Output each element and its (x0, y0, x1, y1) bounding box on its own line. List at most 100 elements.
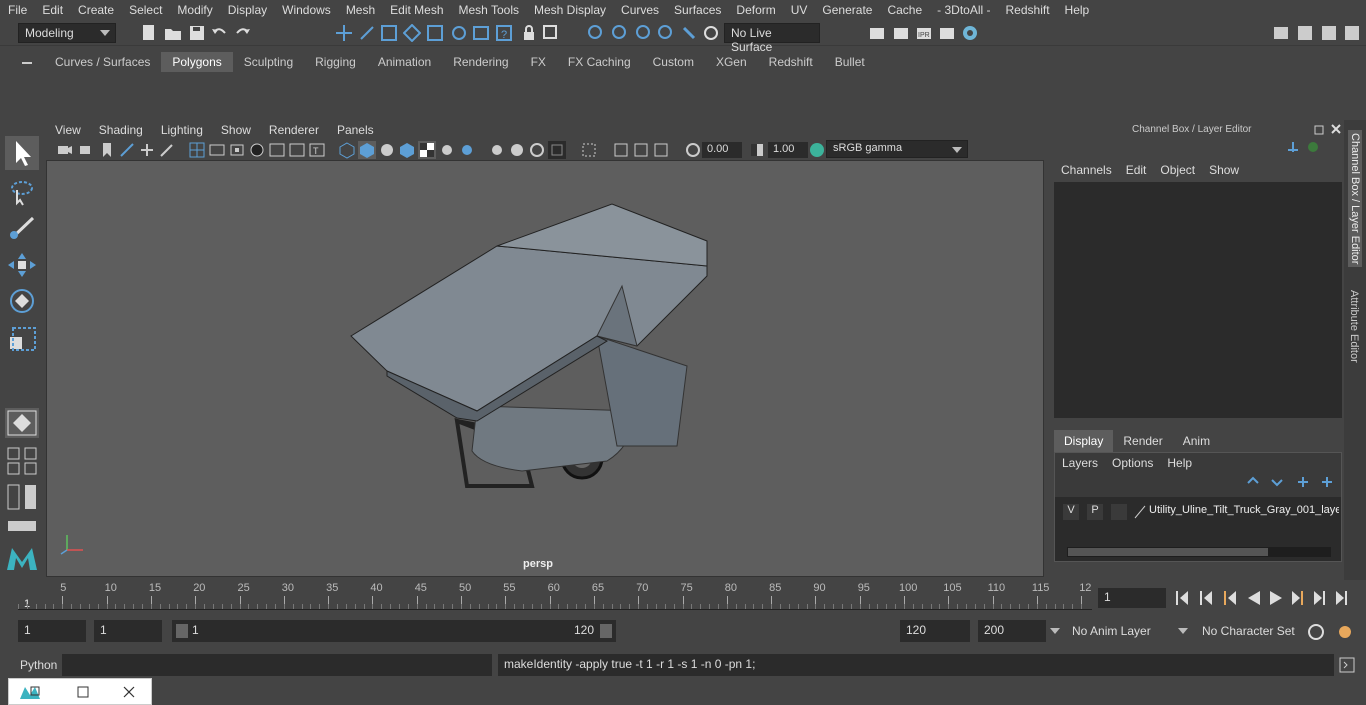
range-handle-left[interactable] (176, 624, 188, 638)
scale-tool-icon[interactable] (5, 324, 39, 354)
command-input[interactable] (62, 654, 492, 676)
shelf-tab-curves-surfaces[interactable]: Curves / Surfaces (44, 52, 161, 72)
menu-display[interactable]: Display (220, 3, 274, 17)
backface-culling-icon[interactable] (652, 141, 670, 159)
bookmark-icon[interactable] (98, 141, 116, 159)
step-forward-key-icon[interactable] (1292, 591, 1303, 605)
lock-icon[interactable] (520, 24, 538, 42)
lasso-tool-icon[interactable] (5, 176, 39, 206)
layer-name[interactable]: Utility_Uline_Tilt_Truck_Gray_001_laye (1149, 504, 1339, 516)
vp-menu-panels[interactable]: Panels (328, 123, 383, 137)
vp-menu-shading[interactable]: Shading (90, 123, 152, 137)
shelf-tab-rendering[interactable]: Rendering (442, 52, 519, 72)
layer-menu-help[interactable]: Help (1160, 453, 1199, 473)
select-by-hierarchy-icon[interactable] (335, 24, 353, 42)
new-scene-icon[interactable] (140, 24, 158, 42)
exposure-field[interactable]: 0.00 (702, 142, 742, 158)
menu-windows[interactable]: Windows (274, 3, 338, 17)
safe-action-icon[interactable] (288, 141, 306, 159)
toggle-panel-1-icon[interactable] (1296, 24, 1314, 42)
hypershade-icon[interactable] (961, 24, 979, 42)
shelf-tab-rigging[interactable]: Rigging (304, 52, 367, 72)
mode-selector[interactable]: Modeling (18, 23, 116, 43)
layer-display-type-toggle[interactable] (1111, 504, 1127, 520)
field-chart-icon[interactable] (268, 141, 286, 159)
paint-select-icon[interactable] (610, 24, 628, 42)
textured-icon[interactable] (398, 141, 416, 159)
layout-outliner-icon[interactable] (5, 518, 39, 534)
channel-box-sphere-icon[interactable] (1306, 140, 1320, 154)
shelf-tab-polygons[interactable]: Polygons (161, 52, 233, 72)
menu-generate[interactable]: Generate (814, 3, 879, 17)
exposure-icon[interactable] (684, 141, 702, 159)
symmetry-icon[interactable] (656, 24, 674, 42)
new-layer-selected-icon[interactable] (1319, 475, 1335, 489)
layout-two-pane-icon[interactable] (5, 482, 39, 512)
playback-end-field[interactable]: 120 (900, 620, 970, 642)
side-tab-attribute-editor[interactable]: Attribute Editor (1348, 290, 1360, 363)
shelf-tab-redshift[interactable]: Redshift (758, 52, 824, 72)
close-icon[interactable] (121, 684, 137, 700)
undo-icon[interactable] (210, 24, 228, 42)
redo-icon[interactable] (234, 24, 252, 42)
snap-grid-icon[interactable] (403, 24, 421, 42)
shelf-tab-custom[interactable]: Custom (642, 52, 705, 72)
animation-preferences-icon[interactable] (1334, 622, 1356, 642)
step-forward-icon[interactable] (1314, 591, 1325, 605)
layer-color-swatch-icon[interactable] (1133, 504, 1147, 520)
gamma-field[interactable]: 1.00 (768, 142, 808, 158)
menu-file[interactable]: File (0, 3, 34, 17)
menu-edit[interactable]: Edit (34, 3, 70, 17)
anti-aliasing-icon[interactable] (508, 141, 526, 159)
soft-select-icon[interactable] (634, 24, 652, 42)
gate-mask-icon[interactable] (248, 141, 266, 159)
menu-cache[interactable]: Cache (879, 3, 929, 17)
layer-playback-toggle[interactable]: P (1087, 504, 1103, 520)
render-sequence-icon[interactable] (892, 24, 910, 42)
move-layer-up-icon[interactable] (1245, 475, 1261, 489)
make-live-icon[interactable] (702, 24, 720, 42)
scene-end-field[interactable]: 200 (978, 620, 1046, 642)
select-highlight-icon[interactable] (542, 24, 560, 42)
layer-menu-layers[interactable]: Layers (1055, 453, 1105, 473)
select-by-component-icon[interactable] (380, 24, 398, 42)
depth-of-field-icon[interactable] (528, 141, 546, 159)
step-back-icon[interactable] (1200, 591, 1212, 605)
xray-icon[interactable] (548, 141, 566, 159)
move-layer-down-icon[interactable] (1269, 475, 1285, 489)
render-settings-icon[interactable] (938, 24, 956, 42)
play-forwards-icon[interactable] (1270, 591, 1282, 605)
magnet-icon[interactable] (680, 24, 698, 42)
toggle-panel-3-icon[interactable] (1343, 24, 1361, 42)
camera-attributes-icon[interactable] (78, 141, 96, 159)
select-tool-icon[interactable] (5, 136, 39, 170)
shelf-tab-xgen[interactable]: XGen (705, 52, 758, 72)
layer-visibility-toggle[interactable]: V (1063, 504, 1079, 520)
vp-menu-lighting[interactable]: Lighting (152, 123, 212, 137)
new-layer-icon[interactable] (1295, 475, 1311, 489)
script-language-label[interactable]: Python (20, 658, 57, 672)
restore-window-icon[interactable] (17, 683, 45, 701)
shelf-tab-fx[interactable]: FX (520, 52, 557, 72)
vp-menu-renderer[interactable]: Renderer (260, 123, 328, 137)
open-scene-icon[interactable] (164, 24, 182, 42)
menu-create[interactable]: Create (70, 3, 121, 17)
paint-selection-tool-icon[interactable] (5, 212, 39, 242)
step-back-key-icon[interactable] (1224, 591, 1236, 605)
menu-mesh-display[interactable]: Mesh Display (526, 3, 613, 17)
cb-menu-object[interactable]: Object (1153, 160, 1202, 180)
snap-point-icon[interactable] (450, 24, 468, 42)
float-panel-icon[interactable] (1314, 123, 1326, 135)
scene-start-field[interactable]: 1 (18, 620, 86, 642)
menu-help[interactable]: Help (1057, 3, 1097, 17)
ipr-render-icon[interactable]: IPR (915, 24, 933, 42)
channel-box-axes-icon[interactable] (1286, 140, 1300, 154)
wireframe-icon[interactable] (338, 141, 356, 159)
anim-layer-selector[interactable]: No Anim Layer (1048, 620, 1170, 642)
tab-anim[interactable]: Anim (1173, 430, 1220, 452)
use-all-lights-icon[interactable] (418, 141, 436, 159)
workspace-icon[interactable] (1272, 24, 1290, 42)
film-gate-icon[interactable] (208, 141, 226, 159)
live-surface-field[interactable]: No Live Surface (724, 23, 820, 54)
cb-menu-channels[interactable]: Channels (1054, 160, 1119, 180)
